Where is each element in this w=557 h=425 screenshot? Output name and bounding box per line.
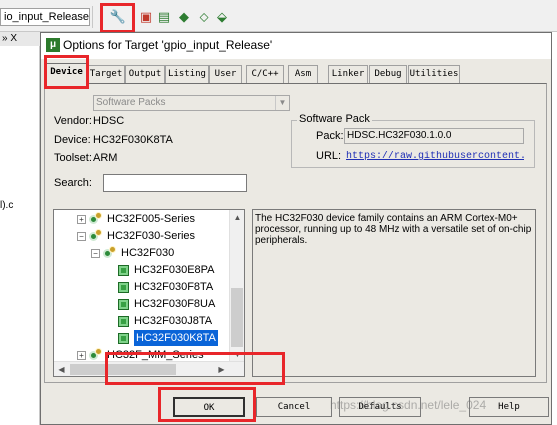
tree-node-label: HC32F030: [121, 247, 175, 259]
cancel-button[interactable]: Cancel: [256, 397, 332, 417]
device-label: Device:: [54, 134, 91, 146]
tree-node-label: HC32F030J8TA: [134, 315, 213, 327]
pack-field: HDSC.HC32F030.1.0.0: [344, 128, 524, 144]
chip-icon: [118, 332, 129, 344]
selected-device-highlight: [105, 352, 285, 385]
pack-installer-icon[interactable]: ▤: [156, 9, 172, 25]
tab-output[interactable]: Output: [125, 65, 165, 83]
tab-target[interactable]: Target: [87, 65, 125, 83]
tree-node-hc32f030f8ta[interactable]: HC32F030F8TA: [118, 279, 213, 295]
gear-icon: [89, 212, 103, 226]
search-label: Search:: [54, 177, 92, 189]
tab-listing[interactable]: Listing: [165, 65, 209, 83]
rte-icon[interactable]: ⬙: [214, 9, 230, 25]
pack-icon[interactable]: ⬦: [196, 9, 212, 25]
chip-icon: [118, 315, 129, 327]
chevron-down-icon: ▼: [275, 96, 289, 110]
url-label: URL:: [316, 150, 342, 162]
pane-header: » X: [0, 32, 40, 46]
tree-node-label: HC32F030-Series: [107, 230, 196, 242]
expand-icon[interactable]: +: [77, 214, 86, 224]
tree-node-label: HC32F030F8TA: [134, 281, 214, 293]
vendor-value: HDSC: [93, 115, 125, 127]
tree-node-label: HC32F030F8UA: [134, 298, 216, 310]
tree-node-label: HC32F030E8PA: [134, 264, 215, 276]
diamond-icon[interactable]: ◆: [176, 9, 192, 25]
vendor-label: Vendor:: [54, 115, 92, 127]
keil-logo-icon: μ: [46, 38, 60, 52]
dialog-title: Options for Target 'gpio_input_Release': [63, 38, 273, 52]
tab-c-cpp[interactable]: C/C++: [246, 65, 284, 83]
ok-button-highlight: [158, 387, 256, 422]
tab-asm[interactable]: Asm: [288, 65, 318, 83]
expand-icon[interactable]: +: [77, 350, 86, 360]
ide-toolbar: io_input_Release 🔧 ▣ ▤ ◆ ⬦ ⬙: [0, 0, 557, 33]
pack-url-link[interactable]: https://raw.githubusercontent.com/hd: [346, 151, 524, 162]
device-description: The HC32F030 device family contains an A…: [252, 209, 536, 377]
chip-icon: [118, 264, 129, 276]
toolset-value: ARM: [93, 152, 118, 164]
pack-label: Pack:: [316, 130, 344, 142]
collapse-icon[interactable]: −: [77, 231, 86, 241]
device-database-select[interactable]: Software Packs ▼: [93, 95, 290, 111]
options-dialog: μ Options for Target 'gpio_input_Release…: [40, 32, 552, 425]
tree-node-hc32f030j8ta[interactable]: HC32F030J8TA: [118, 313, 212, 329]
tree-node-label: HC32F005-Series: [107, 213, 196, 225]
chip-icon: [118, 281, 129, 293]
tree-node-label-selected: HC32F030K8TA: [134, 330, 218, 346]
tab-user[interactable]: User: [209, 65, 242, 83]
tab-linker[interactable]: Linker: [328, 65, 368, 83]
tree-node-hc32f030e8pa[interactable]: HC32F030E8PA: [118, 262, 215, 278]
tree-node-hc32f030k8ta[interactable]: HC32F030K8TA: [118, 330, 218, 346]
tree-vertical-scrollbar[interactable]: ▲ ▼: [229, 210, 244, 362]
tab-utilities[interactable]: Utilities: [408, 65, 460, 83]
scroll-thumb[interactable]: [231, 288, 243, 348]
gear-icon: [89, 229, 103, 243]
tree-node-hc32f030[interactable]: − HC32F030: [91, 245, 174, 261]
tab-strip: Device Target Output Listing User C/C++ …: [45, 63, 545, 84]
options-button-highlight: [100, 3, 135, 33]
project-pane: » X l).c: [0, 32, 40, 425]
search-input[interactable]: [103, 174, 247, 192]
collapse-icon[interactable]: −: [91, 248, 100, 258]
tree-node-hc32f030-series[interactable]: − HC32F030-Series: [77, 228, 195, 244]
manage-components-icon[interactable]: ▣: [138, 9, 154, 25]
file-item[interactable]: l).c: [0, 200, 13, 211]
gear-icon: [89, 348, 103, 362]
device-database-value: Software Packs: [96, 97, 166, 108]
device-tab-highlight: [44, 55, 89, 89]
device-value: HC32F030K8TA: [93, 134, 173, 146]
tree-node-hc32f030f8ua[interactable]: HC32F030F8UA: [118, 296, 215, 312]
scroll-up-icon[interactable]: ▲: [230, 210, 244, 225]
target-select[interactable]: io_input_Release: [0, 8, 90, 26]
dialog-titlebar: μ Options for Target 'gpio_input_Release…: [41, 33, 551, 59]
tab-debug[interactable]: Debug: [369, 65, 407, 83]
tree-node-hc32f005-series[interactable]: + HC32F005-Series: [77, 211, 195, 227]
scroll-left-icon[interactable]: ◀: [54, 362, 69, 376]
chip-icon: [118, 298, 129, 310]
toolbar-separator: [92, 6, 93, 28]
software-pack-legend: Software Pack: [297, 113, 372, 125]
gear-icon: [103, 246, 117, 260]
watermark: https://blog.csdn.net/lele_024: [330, 398, 487, 412]
toolset-label: Toolset:: [54, 152, 92, 164]
